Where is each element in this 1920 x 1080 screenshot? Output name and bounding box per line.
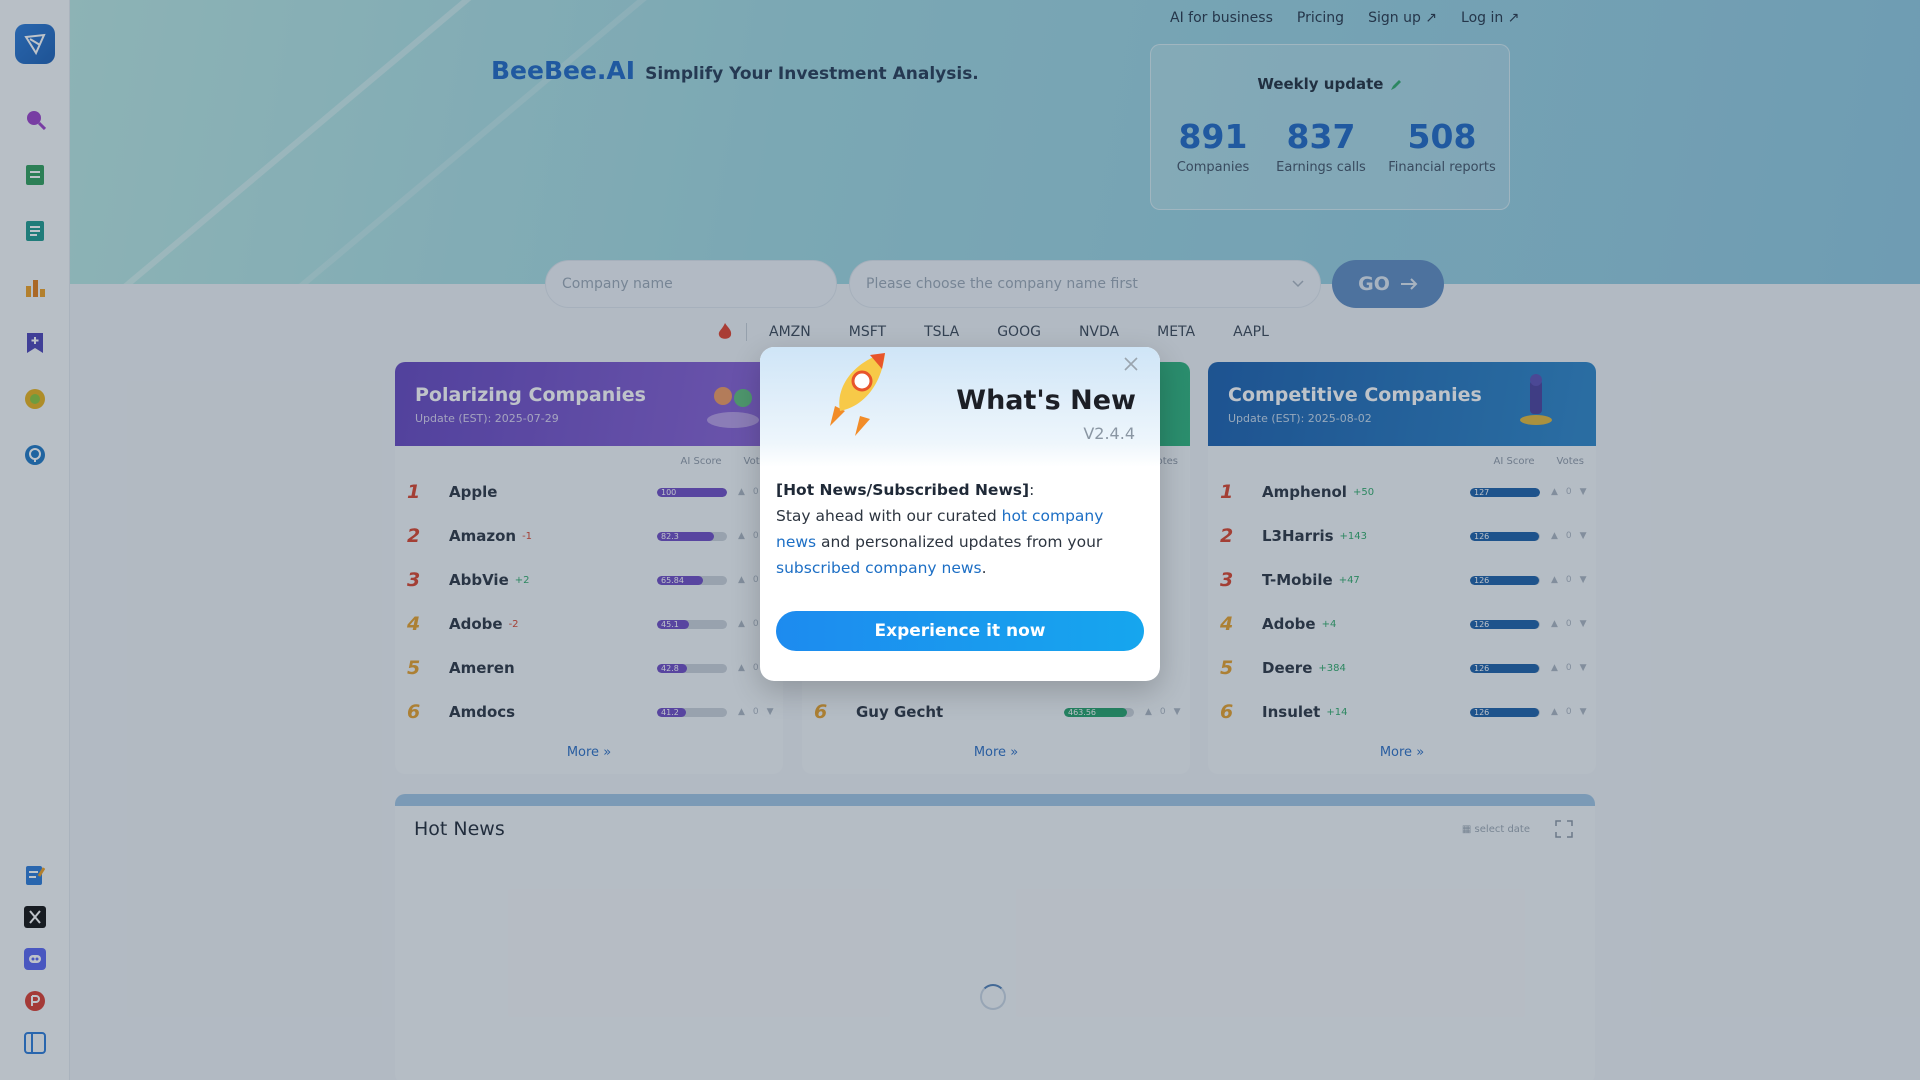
modal-text: . — [981, 559, 987, 577]
modal-text: Stay ahead with our curated — [776, 507, 1002, 525]
subscribed-company-news-link[interactable]: subscribed company news — [776, 559, 982, 577]
modal-text: and personalized updates from your — [816, 533, 1103, 551]
modal-heading: [Hot News/Subscribed News] — [776, 481, 1030, 499]
modal-body: [Hot News/Subscribed News]: Stay ahead w… — [776, 477, 1148, 581]
whats-new-modal: What's New V2.4.4 [Hot News/Subscribed N… — [760, 347, 1160, 681]
experience-now-button[interactable]: Experience it now — [776, 611, 1144, 651]
close-icon[interactable] — [1122, 355, 1140, 373]
modal-title: What's New — [956, 385, 1136, 416]
modal-heading-colon: : — [1029, 481, 1035, 499]
modal-header: What's New V2.4.4 — [760, 347, 1160, 467]
rocket-icon — [830, 353, 885, 436]
modal-version: V2.4.4 — [1083, 424, 1135, 443]
